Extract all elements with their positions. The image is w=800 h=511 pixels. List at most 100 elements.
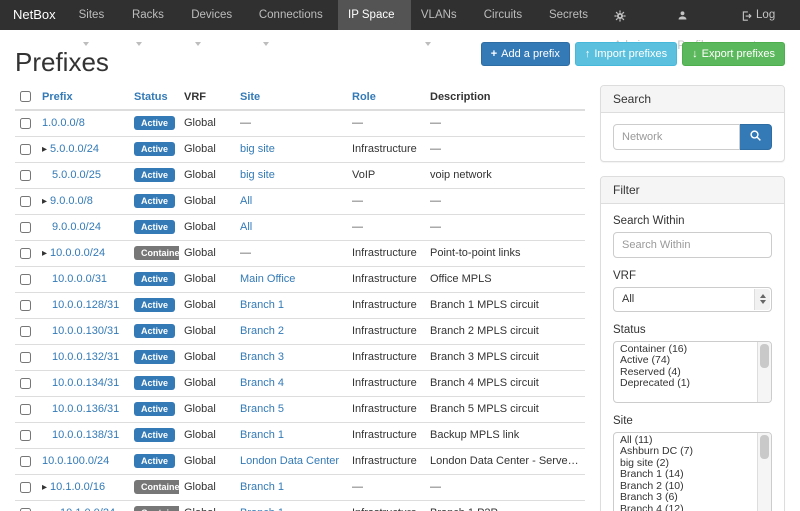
prefix-link[interactable]: 10.0.0.136/31 xyxy=(52,403,119,415)
status-multiselect[interactable]: Container (16)Active (74)Reserved (4)Dep… xyxy=(613,341,772,403)
prefix-link[interactable]: 9.0.0.0/24 xyxy=(52,221,101,233)
multiselect-option[interactable]: Branch 1 (14) xyxy=(616,469,755,481)
site-link[interactable]: Branch 5 xyxy=(240,403,284,415)
chevron-down-icon xyxy=(136,42,142,46)
export-prefixes-button[interactable]: ↓Export prefixes xyxy=(682,42,785,66)
nav-item-vlans[interactable]: VLANs xyxy=(411,0,474,30)
multiselect-option[interactable]: Reserved (4) xyxy=(616,367,755,379)
site-link[interactable]: London Data Center xyxy=(240,455,339,467)
row-checkbox[interactable] xyxy=(20,118,31,129)
row-checkbox[interactable] xyxy=(20,378,31,389)
prefix-link[interactable]: 10.1.0.0/16 xyxy=(50,481,105,493)
prefix-link[interactable]: 5.0.0.0/24 xyxy=(50,143,99,155)
nav-item-ip-space[interactable]: IP Space xyxy=(338,0,411,30)
select-all-checkbox[interactable] xyxy=(20,91,31,102)
row-checkbox[interactable] xyxy=(20,248,31,259)
multiselect-option[interactable]: Branch 2 (10) xyxy=(616,481,755,493)
column-header-description: Description xyxy=(425,85,585,110)
prefix-link[interactable]: 10.0.0.134/31 xyxy=(52,377,119,389)
prefix-link[interactable]: 10.0.0.132/31 xyxy=(52,351,119,363)
site-link[interactable]: Branch 1 xyxy=(240,507,284,511)
expand-toggle-icon[interactable]: ▸ xyxy=(42,482,47,493)
site-link[interactable]: Branch 1 xyxy=(240,299,284,311)
prefix-link[interactable]: 5.0.0.0/25 xyxy=(52,169,101,181)
multiselect-option[interactable]: Deprecated (1) xyxy=(616,378,755,390)
add-a-prefix-button[interactable]: +Add a prefix xyxy=(481,42,570,66)
nav-item-sites[interactable]: Sites xyxy=(69,0,122,30)
status-badge: Active xyxy=(134,428,175,442)
nav-item-connections[interactable]: Connections xyxy=(249,0,338,30)
nav-log-out-link[interactable]: Log out xyxy=(731,0,800,30)
scrollbar-thumb[interactable] xyxy=(760,344,769,368)
nav-profile-link[interactable]: Profile xyxy=(668,0,731,30)
site-link[interactable]: Branch 1 xyxy=(240,429,284,441)
import-prefixes-button[interactable]: ↑Import prefixes xyxy=(575,42,677,66)
row-checkbox[interactable] xyxy=(20,170,31,181)
prefix-link[interactable]: 10.0.0.138/31 xyxy=(52,429,119,441)
prefix-link[interactable]: 10.1.0.0/24 xyxy=(60,507,115,511)
scrollbar-thumb[interactable] xyxy=(760,435,769,459)
multiselect-option[interactable]: Branch 4 (12) xyxy=(616,504,755,511)
select-arrows-icon xyxy=(754,289,770,310)
row-checkbox[interactable] xyxy=(20,456,31,467)
search-panel: Search xyxy=(600,85,785,162)
empty-value: — xyxy=(352,195,363,207)
site-multiselect[interactable]: All (11)Ashburn DC (7)big site (2)Branch… xyxy=(613,432,772,511)
nav-item-devices[interactable]: Devices xyxy=(181,0,249,30)
prefix-link[interactable]: 9.0.0.0/8 xyxy=(50,195,93,207)
multiselect-option[interactable]: Active (74) xyxy=(616,355,755,367)
row-checkbox[interactable] xyxy=(20,404,31,415)
brand-link[interactable]: NetBox xyxy=(0,0,69,30)
nav-item-label: Connections xyxy=(259,9,323,21)
site-link[interactable]: Branch 2 xyxy=(240,325,284,337)
site-link[interactable]: big site xyxy=(240,143,275,155)
multiselect-option[interactable]: Container (16) xyxy=(616,344,755,356)
row-checkbox[interactable] xyxy=(20,482,31,493)
site-link[interactable]: Branch 3 xyxy=(240,351,284,363)
prefix-link[interactable]: 10.0.0.130/31 xyxy=(52,325,119,337)
multiselect-option[interactable]: All (11) xyxy=(616,435,755,447)
expand-toggle-icon[interactable]: ▸ xyxy=(42,144,47,155)
prefix-link[interactable]: 1.0.0.0/8 xyxy=(42,117,85,129)
row-checkbox[interactable] xyxy=(20,222,31,233)
search-button[interactable] xyxy=(740,124,772,150)
nav-item-racks[interactable]: Racks xyxy=(122,0,181,30)
site-link[interactable]: Branch 4 xyxy=(240,377,284,389)
vrf-select[interactable]: All xyxy=(613,287,772,312)
site-link[interactable]: All xyxy=(240,221,252,233)
row-checkbox[interactable] xyxy=(20,300,31,311)
sort-column-site[interactable]: Site xyxy=(240,91,260,103)
row-checkbox[interactable] xyxy=(20,196,31,207)
prefix-link[interactable]: 10.0.0.128/31 xyxy=(52,299,119,311)
sort-column-prefix[interactable]: Prefix xyxy=(42,91,73,103)
expand-toggle-icon[interactable]: ▸ xyxy=(42,196,47,207)
prefix-link[interactable]: 10.0.0.0/31 xyxy=(52,273,107,285)
vrf-value: Global xyxy=(184,299,216,311)
nav-item-secrets[interactable]: Secrets xyxy=(539,0,605,30)
site-link[interactable]: Main Office xyxy=(240,273,295,285)
search-within-input[interactable] xyxy=(613,232,772,258)
vrf-value: Global xyxy=(184,403,216,415)
prefix-link[interactable]: 10.0.100.0/24 xyxy=(42,455,109,467)
row-checkbox[interactable] xyxy=(20,352,31,363)
expand-toggle-icon[interactable]: ▸ xyxy=(42,248,47,259)
row-checkbox[interactable] xyxy=(20,326,31,337)
prefix-link[interactable]: 10.0.0.0/24 xyxy=(50,247,105,259)
sort-column-status[interactable]: Status xyxy=(134,91,168,103)
scrollbar[interactable] xyxy=(757,342,771,402)
multiselect-option[interactable]: Ashburn DC (7) xyxy=(616,446,755,458)
sort-column-role[interactable]: Role xyxy=(352,91,376,103)
site-link[interactable]: All xyxy=(240,195,252,207)
nav-admin-link[interactable]: Admin xyxy=(605,0,669,30)
row-checkbox[interactable] xyxy=(20,144,31,155)
nav-item-circuits[interactable]: Circuits xyxy=(474,0,539,30)
scrollbar[interactable] xyxy=(757,433,771,511)
multiselect-option[interactable]: Branch 3 (6) xyxy=(616,492,755,504)
search-input[interactable] xyxy=(613,124,740,150)
site-link[interactable]: big site xyxy=(240,169,275,181)
multiselect-option[interactable]: big site (2) xyxy=(616,458,755,470)
status-badge: Active xyxy=(134,142,175,156)
site-link[interactable]: Branch 1 xyxy=(240,481,284,493)
row-checkbox[interactable] xyxy=(20,274,31,285)
row-checkbox[interactable] xyxy=(20,430,31,441)
